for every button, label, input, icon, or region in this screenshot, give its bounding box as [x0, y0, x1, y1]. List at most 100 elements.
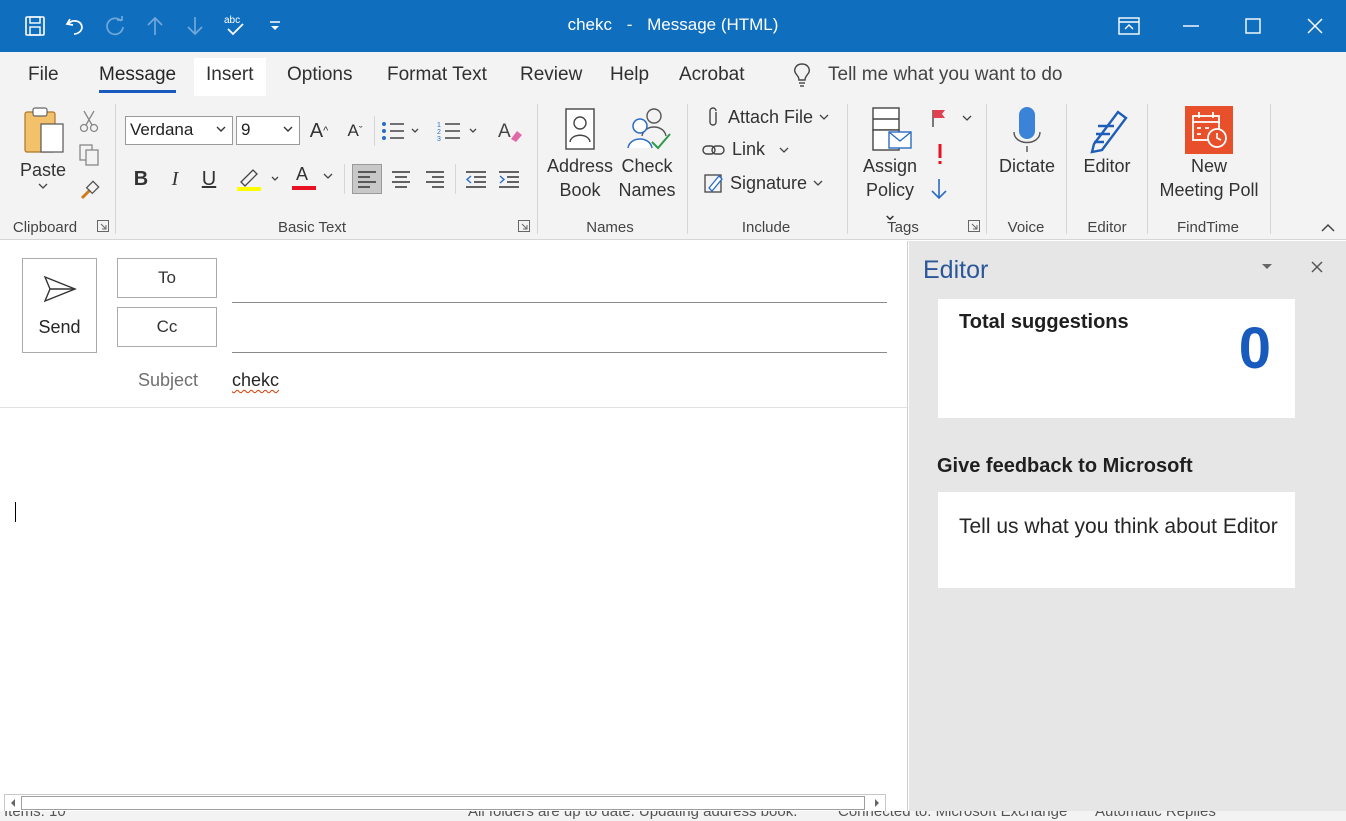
font-name-select[interactable]: Verdana: [125, 116, 233, 145]
clear-formatting-icon: A: [498, 121, 522, 142]
message-body[interactable]: [0, 409, 907, 791]
editor-group-label: Editor: [1087, 219, 1127, 236]
cc-field[interactable]: [232, 311, 887, 349]
ribbon-separator: [986, 104, 987, 234]
copy-icon[interactable]: [74, 140, 104, 170]
redo-icon[interactable]: [102, 13, 128, 39]
tab-help[interactable]: Help: [610, 64, 649, 86]
tab-format-text[interactable]: Format Text: [387, 64, 487, 86]
scrollbar-thumb[interactable]: [21, 796, 865, 810]
tab-acrobat[interactable]: Acrobat: [679, 64, 744, 86]
shrink-font-button[interactable]: Aˇ: [340, 116, 370, 146]
message-subject-title: chekc: [567, 15, 612, 34]
cc-field-underline: [232, 352, 887, 353]
clear-formatting-button[interactable]: A: [495, 116, 525, 146]
microphone-icon: [1013, 107, 1041, 152]
scroll-left-icon[interactable]: [5, 795, 21, 811]
horizontal-scrollbar[interactable]: [4, 794, 886, 812]
increase-indent-button[interactable]: [494, 164, 524, 194]
follow-up-button[interactable]: [930, 108, 972, 128]
scroll-right-icon[interactable]: [869, 795, 885, 811]
tags-dialog-launcher-icon[interactable]: [968, 220, 980, 232]
send-icon: [43, 275, 77, 303]
numbering-button[interactable]: 123: [434, 116, 480, 146]
header-divider: [0, 407, 907, 408]
save-icon[interactable]: [22, 13, 48, 39]
decrease-indent-button[interactable]: [461, 164, 491, 194]
bold-button[interactable]: B: [126, 164, 156, 194]
highlight-button[interactable]: [234, 164, 282, 194]
chevron-down-icon: [38, 183, 48, 189]
signature-icon: [704, 174, 723, 193]
tab-insert[interactable]: Insert: [194, 58, 266, 96]
close-pane-icon[interactable]: [1307, 257, 1327, 277]
ribbon-separator: [374, 116, 375, 146]
attach-file-button[interactable]: Attach File: [704, 106, 829, 128]
cc-button[interactable]: Cc: [117, 307, 217, 347]
address-book-button[interactable]: Address Book: [546, 106, 614, 202]
collapse-ribbon-icon[interactable]: [1320, 222, 1336, 234]
clipboard-dialog-launcher-icon[interactable]: [97, 220, 109, 232]
address-book-label-2: Book: [559, 180, 601, 200]
up-arrow-icon[interactable]: [142, 13, 168, 39]
bullets-button[interactable]: [378, 116, 422, 146]
tab-file[interactable]: File: [28, 64, 59, 86]
font-color-button[interactable]: A: [290, 164, 338, 194]
undo-icon[interactable]: [62, 13, 88, 39]
format-painter-icon[interactable]: [74, 176, 104, 206]
grow-font-button[interactable]: A ^: [304, 116, 334, 146]
status-automatic-replies[interactable]: Automatic Replies: [1095, 811, 1216, 820]
to-field[interactable]: [232, 261, 887, 299]
editor-button[interactable]: Editor: [1076, 106, 1138, 178]
down-arrow-icon[interactable]: [182, 13, 208, 39]
signature-button[interactable]: Signature: [704, 172, 823, 194]
to-button[interactable]: To: [117, 258, 217, 298]
status-sync-message: All folders are up to date. Updating add…: [468, 811, 798, 820]
underline-label: U: [201, 167, 217, 190]
subject-field[interactable]: chekc: [232, 370, 279, 391]
svg-text:2: 2: [437, 129, 441, 136]
tab-review[interactable]: Review: [520, 64, 582, 86]
minimize-icon[interactable]: [1160, 0, 1222, 52]
ribbon-separator: [115, 104, 116, 234]
ribbon-tabs: File Message Insert Options Format Text …: [0, 52, 1346, 98]
tab-options[interactable]: Options: [287, 64, 352, 86]
high-importance-button[interactable]: [935, 142, 945, 166]
close-icon[interactable]: [1284, 0, 1346, 52]
tell-me-search[interactable]: Tell me what you want to do: [792, 62, 1062, 88]
ribbon-separator: [455, 164, 456, 194]
cut-icon[interactable]: [74, 106, 104, 136]
assign-policy-button[interactable]: Assign Policy ⌄: [856, 106, 924, 226]
low-importance-button[interactable]: [930, 178, 948, 200]
pane-options-icon[interactable]: [1257, 257, 1277, 277]
shrink-font-label: A: [347, 121, 359, 140]
maximize-icon[interactable]: [1222, 0, 1284, 52]
align-left-button[interactable]: [352, 164, 382, 194]
ribbon-display-options-icon[interactable]: [1098, 0, 1160, 52]
italic-button[interactable]: I: [160, 164, 190, 194]
paste-button[interactable]: Paste: [18, 106, 68, 190]
basic-text-dialog-launcher-icon[interactable]: [518, 220, 530, 232]
align-center-button[interactable]: [386, 164, 416, 194]
total-suggestions-card[interactable]: Total suggestions 0: [938, 299, 1295, 418]
font-size-select[interactable]: 9: [236, 116, 300, 145]
check-names-label-1: Check: [621, 156, 673, 176]
basic-text-group-label: Basic Text: [277, 219, 347, 236]
customize-qat-icon[interactable]: [262, 13, 288, 39]
send-label: Send: [38, 317, 81, 337]
dictate-button[interactable]: Dictate: [995, 106, 1059, 178]
tab-message[interactable]: Message: [99, 64, 177, 93]
new-meeting-poll-button[interactable]: New Meeting Poll: [1156, 106, 1262, 202]
link-button[interactable]: Link: [702, 139, 789, 160]
grow-font-label: A: [309, 119, 324, 142]
align-right-button[interactable]: [420, 164, 450, 194]
ribbon-separator: [1147, 104, 1148, 234]
ribbon-separator: [847, 104, 848, 234]
check-names-button[interactable]: Check Names: [616, 106, 678, 202]
status-connection: Connected to: Microsoft Exchange: [838, 811, 1068, 820]
spelling-icon[interactable]: abc: [222, 13, 248, 39]
underline-button[interactable]: U: [194, 164, 224, 194]
send-button[interactable]: Send: [22, 258, 97, 353]
feedback-card[interactable]: Tell us what you think about Editor: [938, 492, 1295, 588]
feedback-text: Tell us what you think about Editor: [959, 515, 1278, 538]
